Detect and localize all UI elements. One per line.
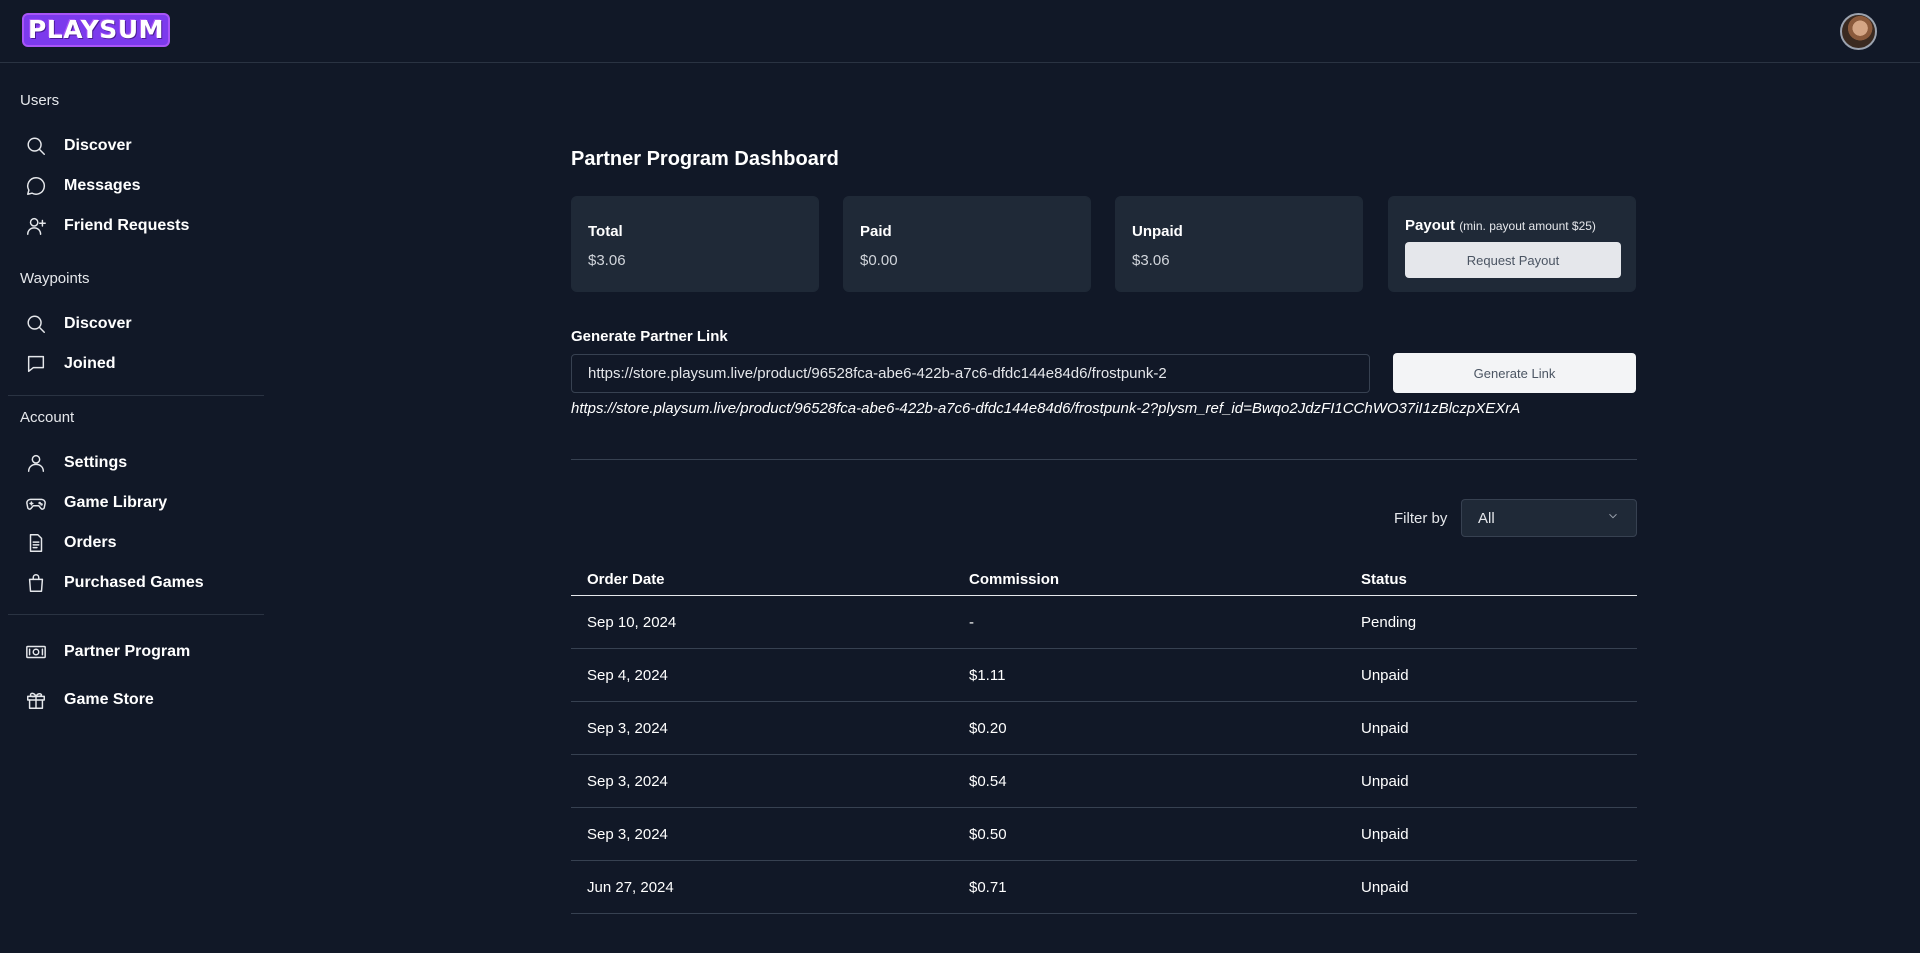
section-account-heading: Account	[20, 409, 75, 426]
stat-card-unpaid: Unpaid $3.06	[1115, 196, 1363, 292]
sidebar-item-label: Settings	[64, 454, 128, 471]
message-square-icon	[24, 352, 48, 376]
cell-status: Unpaid	[1361, 826, 1409, 843]
money-icon	[24, 640, 48, 664]
cell-commission: $0.20	[969, 720, 1007, 737]
cell-order-date: Sep 3, 2024	[587, 826, 668, 843]
sidebar-item-label: Discover	[64, 315, 132, 332]
sidebar-item-friend-requests[interactable]: Friend Requests	[24, 211, 254, 241]
sidebar-item-label: Game Store	[64, 691, 154, 708]
user-plus-icon	[24, 214, 48, 238]
table-row: Sep 10, 2024 - Pending	[571, 596, 1637, 649]
cell-order-date: Sep 3, 2024	[587, 720, 668, 737]
stat-card-total: Total $3.06	[571, 196, 819, 292]
table-header: Order Date Commission Status	[571, 552, 1637, 596]
cell-order-date: Sep 10, 2024	[587, 614, 677, 631]
sidebar-item-game-library[interactable]: Game Library	[24, 488, 254, 518]
document-icon	[24, 531, 48, 555]
cell-commission: $0.54	[969, 773, 1007, 790]
cell-commission: -	[969, 614, 974, 631]
partner-link-input[interactable]	[571, 354, 1370, 393]
shopping-bag-icon	[24, 571, 48, 595]
stat-value: $3.06	[1132, 252, 1170, 269]
stat-value: $3.06	[588, 252, 626, 269]
sidebar-item-label: Discover	[64, 137, 132, 154]
stat-label: Unpaid	[1132, 223, 1183, 240]
column-header-order-date[interactable]: Order Date	[587, 571, 665, 588]
generated-link-text[interactable]: https://store.playsum.live/product/96528…	[571, 400, 1520, 417]
request-payout-button[interactable]: Request Payout	[1405, 242, 1621, 278]
sidebar-divider	[8, 395, 264, 396]
search-icon	[24, 312, 48, 336]
cell-status: Unpaid	[1361, 773, 1409, 790]
generate-link-button[interactable]: Generate Link	[1393, 353, 1636, 393]
cell-status: Pending	[1361, 614, 1417, 631]
cell-status: Unpaid	[1361, 879, 1409, 896]
sidebar-divider	[8, 614, 264, 615]
cell-commission: $1.11	[969, 667, 1006, 684]
sidebar-item-game-store[interactable]: Game Store	[24, 685, 254, 715]
cell-order-date: Sep 4, 2024	[587, 667, 668, 684]
table-row: Sep 3, 2024 $0.20 Unpaid	[571, 702, 1637, 755]
sidebar-item-label: Purchased Games	[64, 574, 204, 591]
payout-min-note: (min. payout amount $25)	[1459, 219, 1596, 233]
playsum-logo[interactable]: PLAYSUM	[24, 15, 168, 45]
commission-table: Order Date Commission Status Sep 10, 202…	[571, 552, 1637, 914]
column-header-commission[interactable]: Commission	[969, 571, 1059, 588]
cell-order-date: Jun 27, 2024	[587, 879, 674, 896]
gamepad-icon	[24, 491, 48, 515]
sidebar-item-messages[interactable]: Messages	[24, 171, 254, 201]
stat-value: $0.00	[860, 252, 898, 269]
sidebar: Users Discover Messages Friend Requests …	[0, 64, 264, 953]
sidebar-item-joined[interactable]: Joined	[24, 349, 254, 379]
sidebar-item-label: Orders	[64, 534, 117, 551]
cell-commission: $0.50	[969, 826, 1007, 843]
payout-label: Payout	[1405, 217, 1456, 234]
stat-label: Total	[588, 223, 623, 240]
table-row: Sep 3, 2024 $0.50 Unpaid	[571, 808, 1637, 861]
sidebar-item-label: Friend Requests	[64, 217, 190, 234]
generate-link-label: Generate Partner Link	[571, 328, 728, 345]
cell-status: Unpaid	[1361, 720, 1409, 737]
sidebar-item-label: Partner Program	[64, 643, 191, 660]
stat-card-paid: Paid $0.00	[843, 196, 1091, 292]
page-title: Partner Program Dashboard	[571, 148, 839, 170]
payout-title: Payout (min. payout amount $25)	[1405, 217, 1596, 234]
sidebar-item-settings[interactable]: Settings	[24, 448, 254, 478]
sidebar-item-label: Messages	[64, 177, 141, 194]
table-row: Jun 27, 2024 $0.71 Unpaid	[571, 861, 1637, 914]
section-users-heading: Users	[20, 92, 60, 109]
sidebar-item-purchased-games[interactable]: Purchased Games	[24, 568, 254, 598]
column-header-status[interactable]: Status	[1361, 571, 1407, 588]
cell-commission: $0.71	[969, 879, 1007, 896]
section-waypoints-heading: Waypoints	[20, 270, 90, 287]
table-row: Sep 4, 2024 $1.11 Unpaid	[571, 649, 1637, 702]
sidebar-item-waypoints-discover[interactable]: Discover	[24, 309, 254, 339]
sidebar-item-label: Game Library	[64, 494, 168, 511]
chevron-down-icon	[1606, 509, 1620, 527]
sidebar-item-users-discover[interactable]: Discover	[24, 131, 254, 161]
filter-select[interactable]: All	[1461, 499, 1637, 537]
filter-selected-value: All	[1478, 509, 1495, 527]
top-bar: PLAYSUM	[0, 0, 1920, 63]
sidebar-item-partner-program[interactable]: Partner Program	[24, 637, 254, 667]
gift-icon	[24, 688, 48, 712]
user-avatar[interactable]	[1840, 13, 1877, 50]
table-row: Sep 3, 2024 $0.54 Unpaid	[571, 755, 1637, 808]
section-divider	[571, 459, 1637, 460]
sidebar-item-label: Joined	[64, 355, 116, 372]
stat-card-payout: Payout (min. payout amount $25) Request …	[1388, 196, 1636, 292]
cell-order-date: Sep 3, 2024	[587, 773, 668, 790]
filter-label: Filter by	[1394, 510, 1448, 527]
stat-label: Paid	[860, 223, 892, 240]
sidebar-item-orders[interactable]: Orders	[24, 528, 254, 558]
search-icon	[24, 134, 48, 158]
user-icon	[24, 451, 48, 475]
cell-status: Unpaid	[1361, 667, 1409, 684]
chat-bubble-icon	[24, 174, 48, 198]
